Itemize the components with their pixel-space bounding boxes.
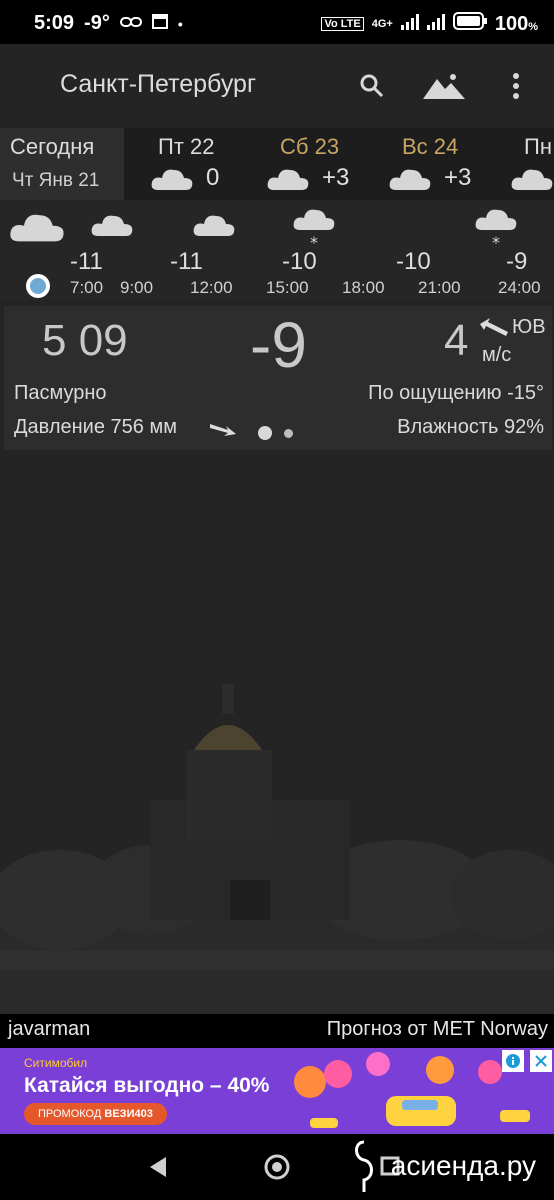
day-name: Сб 23 bbox=[280, 134, 340, 159]
battery-percent: 100% bbox=[494, 12, 538, 35]
condition-text: Пасмурно bbox=[14, 382, 107, 404]
current-temp: -9 bbox=[250, 309, 307, 381]
signal-icon-2 bbox=[426, 13, 445, 36]
day-tab-mon[interactable]: Пн bbox=[508, 128, 554, 200]
home-icon[interactable] bbox=[264, 1154, 290, 1184]
hour-temp: -9 bbox=[506, 248, 528, 275]
watermark-logo-icon bbox=[355, 1140, 373, 1192]
hour-label: 9:00 bbox=[120, 278, 154, 297]
snow-cloud-icon: * bbox=[475, 209, 517, 250]
daily-forecast-strip[interactable]: Сегодня Чт Янв 21 Пт 22 0 Сб 23 +3 Вс 24… bbox=[0, 128, 554, 200]
cloud-icon bbox=[91, 215, 133, 236]
notification-dot-icon: • bbox=[177, 15, 183, 32]
wind-speed: 4 bbox=[444, 316, 469, 365]
svg-text:*: * bbox=[492, 233, 500, 250]
back-icon[interactable] bbox=[148, 1156, 168, 1182]
ad-info-icon[interactable] bbox=[502, 1050, 524, 1072]
feels-like-text: По ощущению -15° bbox=[368, 382, 544, 404]
day-temp: +3 bbox=[322, 164, 350, 191]
ad-promo-badge[interactable]: ПРОМОКОД ВЕЗИ403 bbox=[24, 1103, 167, 1125]
current-conditions-panel[interactable]: 5 09 -9 4 ЮВ м/с Пасмурно По ощущению -1… bbox=[4, 306, 552, 450]
day-name: Вс 24 bbox=[402, 134, 459, 159]
battery-icon bbox=[452, 12, 487, 36]
search-icon[interactable] bbox=[352, 66, 392, 106]
landscape-icon[interactable] bbox=[420, 66, 468, 106]
pressure-trend-arrow-icon bbox=[210, 424, 236, 436]
cloud-icon bbox=[151, 169, 193, 190]
link-icon bbox=[119, 12, 142, 35]
hour-temp: -11 bbox=[70, 248, 103, 275]
day-temp: 0 bbox=[206, 164, 220, 191]
hour-label: 12:00 bbox=[190, 278, 233, 297]
cloud-icon bbox=[267, 169, 309, 190]
hour-label: 15:00 bbox=[266, 278, 309, 297]
ad-brand: Ситимобил bbox=[24, 1056, 88, 1070]
day-name: Пт 22 bbox=[158, 134, 215, 159]
wind-unit: м/с bbox=[482, 344, 512, 366]
photo-author[interactable]: javarman bbox=[8, 1018, 90, 1041]
footer-bar: javarman Прогноз от MET Norway bbox=[0, 1014, 554, 1048]
volte-label: Vo LTE bbox=[321, 17, 364, 31]
wind-direction: ЮВ bbox=[512, 316, 546, 338]
signal-icon bbox=[400, 13, 419, 36]
watermark-text: асиенда.ру bbox=[390, 1150, 536, 1181]
calendar-icon bbox=[151, 12, 168, 35]
status-time: 5:09 bbox=[34, 12, 75, 34]
day-temp: +3 bbox=[444, 164, 472, 191]
current-time-indicator bbox=[26, 274, 50, 298]
day-tab-sun[interactable]: Вс 24 +3 bbox=[386, 128, 496, 200]
cloud-icon bbox=[511, 169, 553, 190]
ad-close-icon[interactable] bbox=[530, 1050, 552, 1072]
snow-cloud-icon: * bbox=[293, 209, 335, 250]
hour-temp: -10 bbox=[396, 248, 431, 275]
current-time: 5 09 bbox=[42, 316, 128, 365]
day-date: Чт Янв 21 bbox=[12, 170, 100, 191]
cloud-icon bbox=[193, 215, 235, 236]
day-tab-fri[interactable]: Пт 22 0 bbox=[140, 128, 250, 200]
forecast-provider[interactable]: Прогноз от MET Norway bbox=[327, 1018, 548, 1041]
network-type: 4G+ bbox=[371, 18, 393, 30]
hour-temp: -10 bbox=[282, 248, 317, 275]
page-indicator-dot[interactable] bbox=[284, 429, 293, 438]
day-name: Пн bbox=[524, 134, 552, 159]
status-bar: 5:09 -9° • Vo LTE 4G+ 100% bbox=[0, 0, 554, 44]
humidity-text: Влажность 92% bbox=[397, 416, 544, 438]
wind-direction-icon bbox=[480, 318, 508, 336]
hour-label: 7:00 bbox=[70, 278, 104, 297]
city-title[interactable]: Санкт-Петербург bbox=[60, 70, 256, 99]
hour-label: 21:00 bbox=[418, 278, 461, 297]
hour-label: 24:00 bbox=[498, 278, 541, 297]
hour-label: 18:00 bbox=[342, 278, 385, 297]
ad-headline: Катайся выгодно – 40% bbox=[24, 1074, 270, 1097]
cloud-icon bbox=[389, 169, 431, 190]
status-weather-temp: -9° bbox=[84, 12, 110, 34]
day-name: Сегодня bbox=[10, 134, 95, 159]
cloud-icon bbox=[10, 214, 64, 242]
day-tab-today[interactable]: Сегодня Чт Янв 21 bbox=[0, 128, 124, 200]
ad-banner[interactable]: Ситимобил Катайся выгодно – 40% ПРОМОКОД… bbox=[0, 1048, 554, 1134]
page-indicator-dot-active[interactable] bbox=[258, 426, 272, 440]
hourly-forecast[interactable]: * * -11 -11 -10 -10 -9 7:00 9:00 12:00 1… bbox=[0, 200, 554, 300]
pressure-text: Давление 756 мм bbox=[14, 416, 177, 438]
background-landscape-image bbox=[0, 684, 554, 1014]
day-tab-sat[interactable]: Сб 23 +3 bbox=[264, 128, 374, 200]
more-vert-icon[interactable] bbox=[496, 66, 536, 106]
app-bar: Санкт-Петербург bbox=[0, 44, 554, 128]
hour-temp: -11 bbox=[170, 248, 203, 275]
